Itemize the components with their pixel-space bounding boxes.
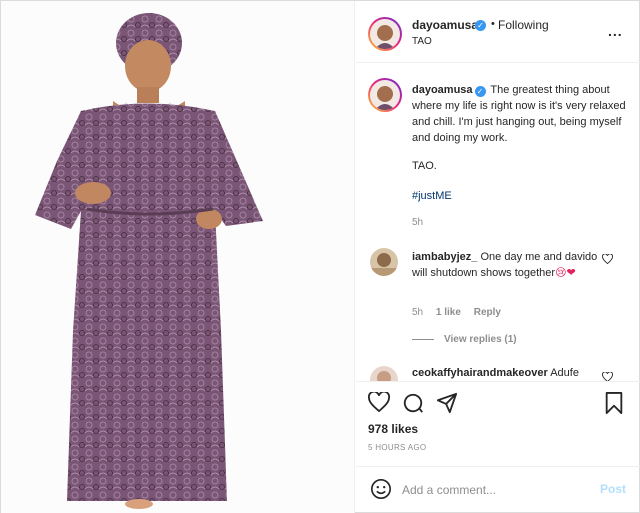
view-replies-label: View replies (1) [444,334,517,345]
verified-badge-icon: ✓ [475,20,486,31]
post-button[interactable]: Post [600,482,626,496]
post-actions: 978 likes 5 HOURS AGO [356,381,640,466]
following-button[interactable]: Following [498,18,549,32]
comment-input[interactable] [402,480,582,500]
bookmark-icon[interactable] [605,392,623,414]
likes-count[interactable]: 978 likes [368,422,418,436]
comment-meta: 5h 1 like Reply [412,307,511,318]
caption-avatar[interactable] [370,80,400,110]
commenter-avatar[interactable] [370,366,398,381]
comment-icon[interactable] [402,392,424,414]
comment-text: ceokaffyhairandmakeover Adufe [412,367,579,379]
commenter-avatar[interactable] [370,248,398,276]
woman-in-purple-lace-dress-image [1,1,354,513]
commenter-username[interactable]: iambabyjez_ [412,251,477,263]
heart-icon[interactable] [368,392,390,412]
reply-button[interactable]: Reply [474,307,501,318]
comment-text: iambabyjez_ One day me and davido will s… [412,249,602,281]
caption-username[interactable]: dayoamusa [412,84,473,96]
share-icon[interactable] [436,392,458,414]
post-modal: dayoamusa ✓ • Following TAO ... dayoamus… [0,0,640,513]
location-link[interactable]: TAO [412,36,432,47]
comment-timestamp[interactable]: 5h [412,307,423,318]
separator-dot: • [491,18,495,30]
like-comment-heart-icon[interactable] [602,254,613,264]
verified-badge-icon: ✓ [474,86,486,97]
hashtag-link[interactable]: #justME [412,190,452,202]
emoji-icon[interactable] [370,478,392,500]
more-options-icon[interactable]: ... [608,23,623,39]
add-comment-bar: Post [356,466,640,513]
view-replies-button[interactable]: View replies (1) [412,334,517,345]
avatar[interactable] [370,19,400,49]
commenter-username[interactable]: ceokaffyhairandmakeover [412,367,548,379]
like-comment-heart-icon[interactable] [602,372,613,381]
comment-body: Adufe [550,367,579,379]
post-header: dayoamusa ✓ • Following TAO ... [356,1,640,63]
caption-text: dayoamusa ✓ The greatest thing about wher… [412,82,634,146]
comment-emoji: 😢❤ [555,267,576,279]
replies-divider [412,338,434,340]
post-details-panel: dayoamusa ✓ • Following TAO ... dayoamus… [356,1,640,513]
caption-signoff: TAO. [412,160,437,172]
post-photo[interactable] [1,1,355,513]
post-timestamp[interactable]: 5 HOURS AGO [368,443,426,452]
username-link[interactable]: dayoamusa [412,18,478,32]
caption-timestamp[interactable]: 5h [412,217,423,228]
comments-section[interactable]: dayoamusa ✓ The greatest thing about wher… [356,64,640,381]
comment-likes[interactable]: 1 like [436,307,461,318]
